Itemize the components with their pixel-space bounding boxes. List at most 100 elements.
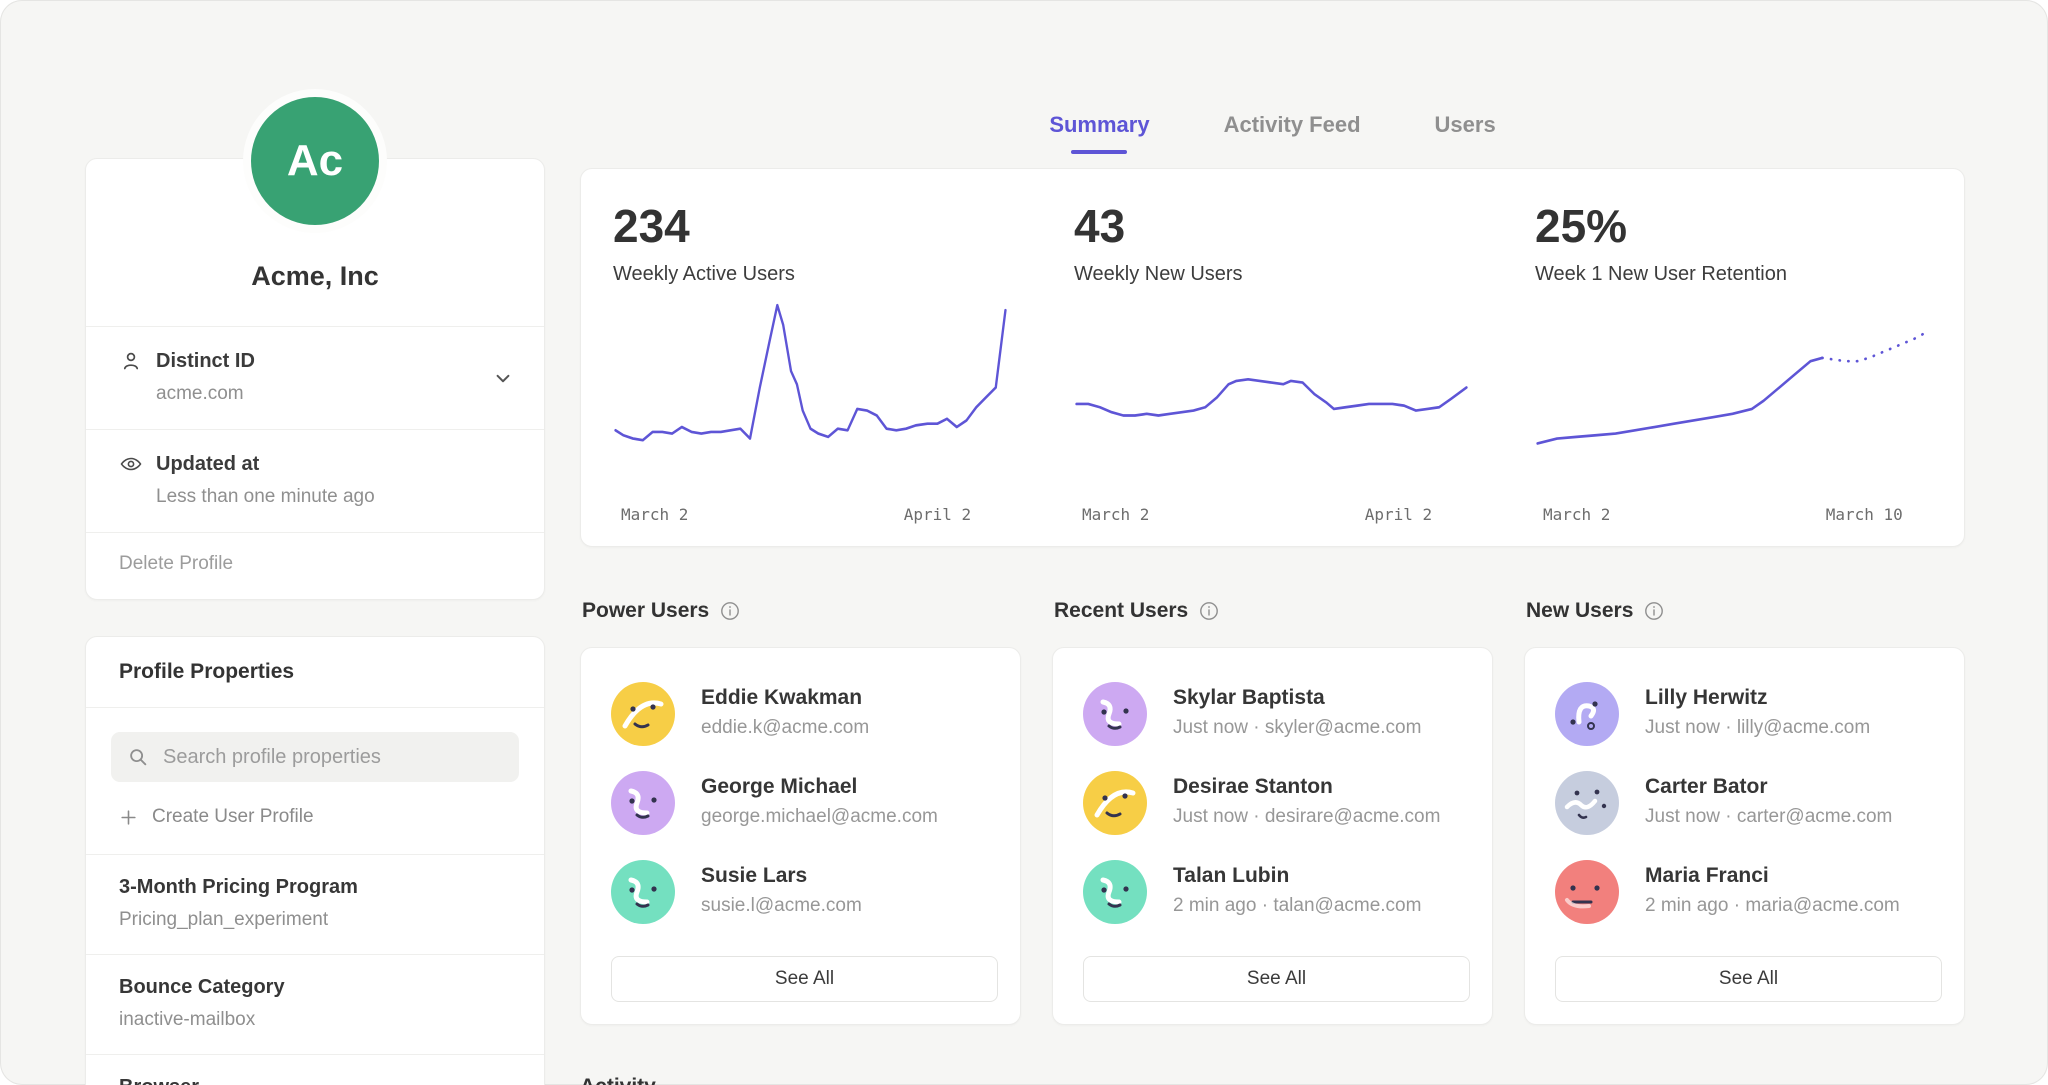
avatar [1555,682,1619,746]
stat-value: 234 [581,169,1042,253]
activity-title: Activity [580,1075,1965,1085]
stat-label: Week 1 New User Retention [1503,253,1964,286]
new-users-card: Lilly Herwitz Just now · lilly@acme.com … [1524,647,1965,1025]
profile-properties-title: Profile Properties [86,637,544,707]
sidebar: Ac Acme, Inc Distinct ID acme.com [85,0,545,1085]
see-all-button[interactable]: See All [1555,956,1942,1002]
tab-users[interactable]: Users [1435,112,1496,154]
new-users-section: New Users Lilly Herwitz Ju [1524,599,1965,1025]
x-axis-tick: March 10 [1826,505,1903,524]
updated-at-value: Less than one minute ago [156,486,511,508]
info-icon[interactable] [1644,601,1664,621]
recent-users-section: Recent Users Skylar Baptista [1052,599,1493,1025]
user-lists-row: Power Users Eddie Kwakman [580,599,1965,1025]
user-name: Talan Lubin [1173,860,1421,888]
info-icon[interactable] [1199,601,1219,621]
chevron-down-icon[interactable] [490,365,516,391]
person-icon [119,349,143,373]
distinct-id-row[interactable]: Distinct ID acme.com [86,327,544,429]
eye-icon [119,452,143,476]
user-detail: Just now · desirare@acme.com [1173,806,1440,828]
property-row[interactable]: Bounce Category inactive-mailbox [86,955,544,1054]
user-detail: susie.l@acme.com [701,895,862,917]
user-name: Lilly Herwitz [1645,682,1870,710]
search-profile-properties[interactable] [111,732,519,782]
divider [86,707,544,708]
avatar [1555,860,1619,924]
user-row[interactable]: Lilly Herwitz Just now · lilly@acme.com [1555,682,1942,746]
user-detail: george.michael@acme.com [701,806,938,828]
user-name: Maria Franci [1645,860,1900,888]
avatar [611,682,675,746]
user-name: Desirae Stanton [1173,771,1440,799]
property-row[interactable]: Browser Chrome [86,1055,544,1085]
stat-weekly-active-users: 234 Weekly Active Users March 2 April 2 [581,169,1042,546]
property-row[interactable]: 3-Month Pricing Program Pricing_plan_exp… [86,855,544,954]
company-profile-card: Ac Acme, Inc Distinct ID acme.com [85,158,545,600]
avatar [611,771,675,835]
user-detail: Just now · carter@acme.com [1645,806,1892,828]
user-name: Eddie Kwakman [701,682,869,710]
delete-profile-button[interactable]: Delete Profile [86,533,544,599]
power-users-card: Eddie Kwakman eddie.k@acme.com George Mi… [580,647,1021,1025]
user-row[interactable]: George Michael george.michael@acme.com [611,771,998,835]
distinct-id-value: acme.com [156,383,511,405]
x-axis-tick: April 2 [904,505,971,524]
create-user-profile-button[interactable]: Create User Profile [86,782,544,854]
user-row[interactable]: Desirae Stanton Just now · desirare@acme… [1083,771,1470,835]
property-name: Bounce Category [119,976,511,999]
stat-value: 43 [1042,169,1503,253]
user-detail: 2 min ago · talan@acme.com [1173,895,1421,917]
sparkline-chart [1072,297,1471,477]
user-detail: eddie.k@acme.com [701,717,869,739]
company-initials: Ac [287,136,343,186]
stat-week1-retention: 25% Week 1 New User Retention March 2 Ma… [1503,169,1964,546]
x-axis-tick: April 2 [1365,505,1432,524]
avatar [1083,682,1147,746]
x-axis-tick: March 2 [1082,505,1149,524]
new-users-title: New Users [1526,599,1633,623]
x-axis-tick: March 2 [1543,505,1610,524]
info-icon[interactable] [720,601,740,621]
avatar [611,860,675,924]
create-user-profile-label: Create User Profile [152,806,314,828]
see-all-button[interactable]: See All [1083,956,1470,1002]
stat-weekly-new-users: 43 Weekly New Users March 2 April 2 [1042,169,1503,546]
stat-label: Weekly New Users [1042,253,1503,286]
avatar [1083,771,1147,835]
user-row[interactable]: Eddie Kwakman eddie.k@acme.com [611,682,998,746]
user-name: George Michael [701,771,938,799]
user-row[interactable]: Carter Bator Just now · carter@acme.com [1555,771,1942,835]
property-value: Pricing_plan_experiment [119,909,511,931]
user-row[interactable]: Skylar Baptista Just now · skyler@acme.c… [1083,682,1470,746]
property-value: inactive-mailbox [119,1009,511,1031]
property-name: 3-Month Pricing Program [119,876,511,899]
profile-page: Ac Acme, Inc Distinct ID acme.com [0,0,2048,1085]
profile-properties-card: Profile Properties Create User Profile [85,636,545,1085]
updated-at-row: Updated at Less than one minute ago [86,430,544,532]
user-row[interactable]: Talan Lubin 2 min ago · talan@acme.com [1083,860,1470,924]
plus-icon [119,808,138,827]
user-detail: Just now · lilly@acme.com [1645,717,1870,739]
user-name: Skylar Baptista [1173,682,1421,710]
property-name: Browser [119,1076,511,1085]
see-all-button[interactable]: See All [611,956,998,1002]
avatar [1083,860,1147,924]
user-detail: 2 min ago · maria@acme.com [1645,895,1900,917]
tab-activity-feed[interactable]: Activity Feed [1224,112,1361,154]
updated-at-label: Updated at [156,453,259,476]
recent-users-card: Skylar Baptista Just now · skyler@acme.c… [1052,647,1493,1025]
recent-users-title: Recent Users [1054,599,1188,623]
user-name: Carter Bator [1645,771,1892,799]
user-row[interactable]: Susie Lars susie.l@acme.com [611,860,998,924]
search-input[interactable] [161,745,503,770]
tab-summary[interactable]: Summary [1049,112,1149,154]
sparkline-chart [1533,297,1932,477]
user-row[interactable]: Maria Franci 2 min ago · maria@acme.com [1555,860,1942,924]
power-users-section: Power Users Eddie Kwakman [580,599,1021,1025]
stat-label: Weekly Active Users [581,253,1042,286]
main-content: Summary Activity Feed Users 234 Weekly A… [580,0,1965,1085]
summary-stats-card: 234 Weekly Active Users March 2 April 2 … [580,168,1965,547]
tab-bar: Summary Activity Feed Users [580,0,1965,154]
company-avatar: Ac [243,89,387,233]
